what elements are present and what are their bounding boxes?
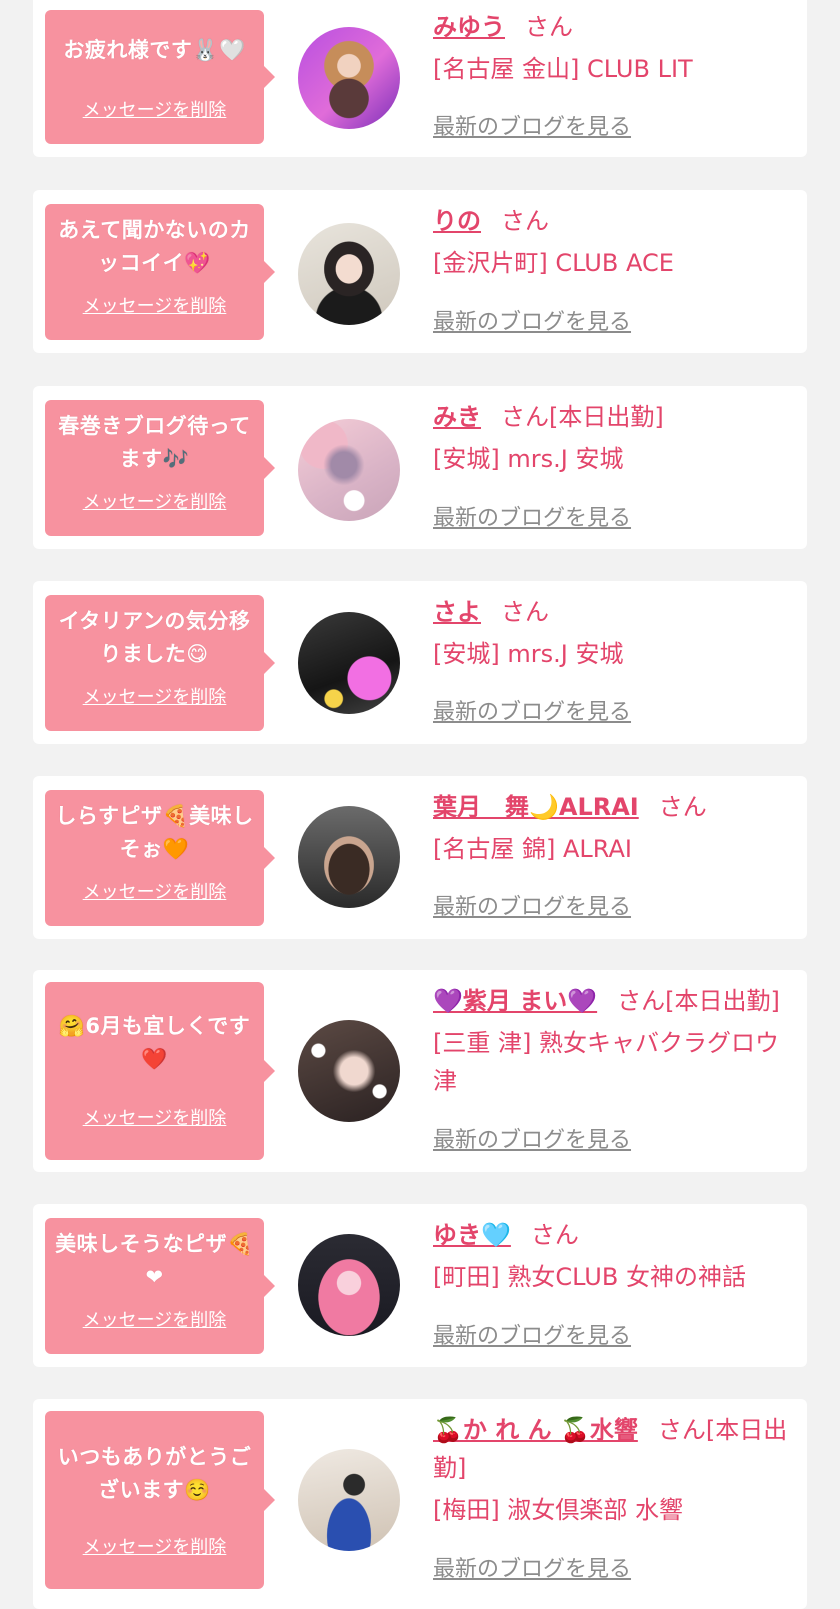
- latest-blog-link[interactable]: 最新のブログを見る: [433, 889, 631, 921]
- message-bubble: 春巻きブログ待ってます🎶 メッセージを削除: [45, 400, 275, 536]
- latest-blog-link[interactable]: 最新のブログを見る: [433, 304, 631, 336]
- message-bubble: お疲れ様です🐰🤍 メッセージを削除: [45, 10, 275, 144]
- shop-label: [三重 津] 熟女キャバクラグロウ津: [433, 1029, 779, 1095]
- message-bubble: 🤗6月も宜しくです❤️ メッセージを削除: [45, 982, 275, 1160]
- latest-blog-link[interactable]: 最新のブログを見る: [433, 109, 631, 141]
- message-text: あえて聞かないのカッコイイ💖: [58, 218, 251, 275]
- latest-blog-link[interactable]: 最新のブログを見る: [433, 1318, 631, 1350]
- latest-blog-link[interactable]: 最新のブログを見る: [433, 694, 631, 726]
- message-bubble: いつもありがとうございます☺️ メッセージを削除: [45, 1411, 275, 1589]
- message-text: いつもありがとうございます☺️: [57, 1445, 252, 1502]
- avatar[interactable]: [298, 1020, 400, 1122]
- message-text: 🤗6月も宜しくです❤️: [58, 1014, 251, 1071]
- honorific: さん[本日出勤]: [617, 987, 780, 1015]
- avatar[interactable]: [298, 1449, 400, 1551]
- cast-name-link[interactable]: 🍒か れ ん 🍒水響: [433, 1416, 638, 1444]
- list-item: お疲れ様です🐰🤍 メッセージを削除 みゆう さん [名古屋 金山] CLUB LI…: [33, 0, 807, 157]
- shop-label: [金沢片町] CLUB ACE: [433, 249, 674, 277]
- honorific: さん: [501, 598, 549, 626]
- delete-message-link[interactable]: メッセージを削除: [45, 1306, 264, 1332]
- shop-label: [町田] 熟女CLUB 女神の神話: [433, 1263, 746, 1291]
- list-item: 🤗6月も宜しくです❤️ メッセージを削除 💜紫月 まい💜 さん[本日出勤] [三重…: [33, 970, 807, 1172]
- delete-message-link[interactable]: メッセージを削除: [45, 878, 264, 904]
- shop-label: [安城] mrs.J 安城: [433, 445, 624, 473]
- shop-label: [安城] mrs.J 安城: [433, 640, 624, 668]
- name-row: さよ さん: [433, 593, 795, 631]
- avatar[interactable]: [298, 806, 400, 908]
- honorific: さん: [530, 1221, 579, 1249]
- message-bubble: しらすピザ🍕美味しそぉ🧡 メッセージを削除: [45, 790, 275, 926]
- delete-message-link[interactable]: メッセージを削除: [45, 96, 264, 122]
- shop-label: [梅田] 淑女倶楽部 水響: [433, 1496, 683, 1524]
- avatar[interactable]: [298, 419, 400, 521]
- cast-name-link[interactable]: 💜紫月 まい💜: [433, 987, 597, 1015]
- honorific: さん: [525, 13, 573, 41]
- delete-message-link[interactable]: メッセージを削除: [45, 1533, 264, 1559]
- message-text: しらすピザ🍕美味しそぉ🧡: [55, 804, 254, 861]
- cast-name-link[interactable]: りの: [433, 207, 481, 235]
- shop-label: [名古屋 錦] ALRAI: [433, 835, 632, 863]
- list-item: 春巻きブログ待ってます🎶 メッセージを削除 みき さん[本日出勤] [安城] mr…: [33, 386, 807, 549]
- cast-name-link[interactable]: みき: [433, 403, 481, 431]
- honorific: さん: [658, 793, 707, 821]
- avatar[interactable]: [298, 223, 400, 325]
- message-text: 美味しそうなピザ🍕❤: [55, 1232, 254, 1289]
- latest-blog-link[interactable]: 最新のブログを見る: [433, 500, 631, 532]
- message-bubble: あえて聞かないのカッコイイ💖 メッセージを削除: [45, 204, 275, 340]
- avatar[interactable]: [298, 612, 400, 714]
- cast-name-link[interactable]: さよ: [433, 598, 481, 626]
- list-item: いつもありがとうございます☺️ メッセージを削除 🍒か れ ん 🍒水響 さん[本日…: [33, 1399, 807, 1609]
- name-row: りの さん: [433, 202, 795, 240]
- name-row: みゆう さん: [433, 8, 795, 46]
- avatar[interactable]: [298, 1234, 400, 1336]
- name-row: 💜紫月 まい💜 さん[本日出勤]: [433, 982, 795, 1020]
- latest-blog-link[interactable]: 最新のブログを見る: [433, 1122, 631, 1154]
- name-row: ゆき🩵 さん: [433, 1216, 795, 1254]
- cast-name-link[interactable]: ゆき🩵: [433, 1221, 511, 1249]
- delete-message-link[interactable]: メッセージを削除: [45, 488, 264, 514]
- name-row: 葉月 舞🌙ALRAI さん: [433, 788, 795, 826]
- avatar[interactable]: [298, 27, 400, 129]
- list-item: あえて聞かないのカッコイイ💖 メッセージを削除 りの さん [金沢片町] CLUB…: [33, 190, 807, 353]
- name-row: 🍒か れ ん 🍒水響 さん[本日出勤]: [433, 1411, 795, 1487]
- list-item: イタリアンの気分移りました😋 メッセージを削除 さよ さん [安城] mrs.J …: [33, 581, 807, 744]
- honorific: さん[本日出勤]: [501, 403, 664, 431]
- message-bubble: イタリアンの気分移りました😋 メッセージを削除: [45, 595, 275, 731]
- cast-name-link[interactable]: みゆう: [433, 13, 505, 41]
- shop-label: [名古屋 金山] CLUB LIT: [433, 55, 693, 83]
- delete-message-link[interactable]: メッセージを削除: [45, 1104, 264, 1130]
- list-item: 美味しそうなピザ🍕❤ メッセージを削除 ゆき🩵 さん [町田] 熟女CLUB 女神…: [33, 1204, 807, 1367]
- cast-name-link[interactable]: 葉月 舞🌙ALRAI: [433, 793, 639, 821]
- message-bubble: 美味しそうなピザ🍕❤ メッセージを削除: [45, 1218, 275, 1354]
- delete-message-link[interactable]: メッセージを削除: [45, 292, 264, 318]
- message-text: イタリアンの気分移りました😋: [58, 609, 251, 666]
- list-item: しらすピザ🍕美味しそぉ🧡 メッセージを削除 葉月 舞🌙ALRAI さん [名古屋 …: [33, 776, 807, 939]
- name-row: みき さん[本日出勤]: [433, 398, 795, 436]
- message-text: お疲れ様です🐰🤍: [63, 38, 246, 62]
- message-text: 春巻きブログ待ってます🎶: [58, 414, 251, 471]
- latest-blog-link[interactable]: 最新のブログを見る: [433, 1551, 631, 1583]
- delete-message-link[interactable]: メッセージを削除: [45, 683, 264, 709]
- honorific: さん: [501, 207, 549, 235]
